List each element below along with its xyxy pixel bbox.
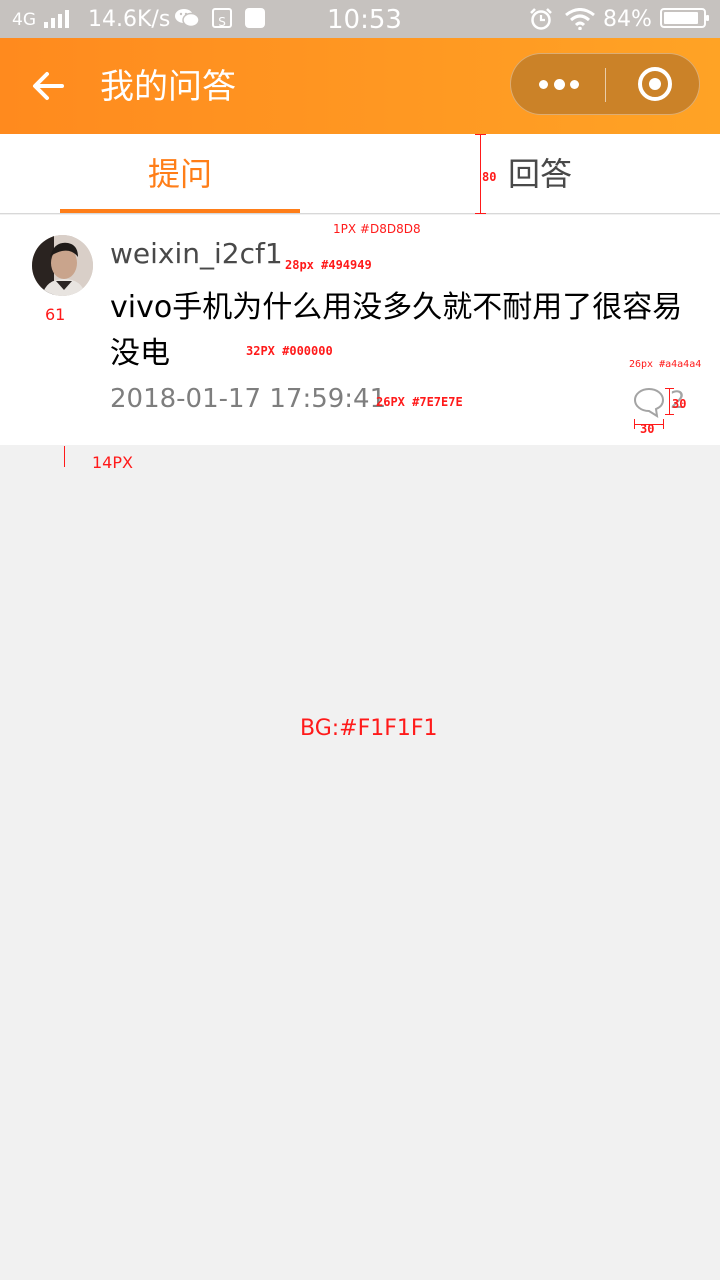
nav-header: 我的问答: [0, 38, 720, 134]
tab-answer[interactable]: 回答: [420, 134, 660, 214]
app-notification-icon: S: [212, 8, 232, 29]
wechat-icon: [174, 8, 200, 28]
annotation-gap: 14PX: [92, 453, 133, 472]
annotation-line: [669, 388, 670, 415]
network-speed: 14.6K/s: [88, 7, 171, 32]
annotation-icon-width: 30: [640, 422, 655, 436]
annotation-line: [475, 134, 486, 135]
annotation-line: [665, 388, 674, 389]
annotation-comment: 26px #a4a4a4: [629, 359, 702, 370]
annotation-date: 26PX #7E7E7E: [376, 395, 463, 409]
annotation-icon-height: 30: [672, 397, 687, 411]
question-text[interactable]: vivo手机为什么用没多久就不耐用了很容易没电: [110, 285, 695, 377]
annotation-background: BG:#F1F1F1: [300, 716, 438, 741]
annotation-divider: 1PX #D8D8D8: [333, 222, 421, 236]
annotation-line: [634, 419, 635, 429]
tab-ask[interactable]: 提问: [60, 134, 300, 214]
mini-program-capsule: [510, 53, 700, 115]
more-dots-icon[interactable]: [511, 54, 605, 114]
question-card[interactable]: weixin_i2cf1 vivo手机为什么用没多久就不耐用了很容易没电 201…: [0, 215, 720, 445]
annotation-line: [663, 419, 664, 429]
annotation-username: 28px #494949: [285, 258, 372, 272]
question-date: 2018-01-17 17:59:41: [110, 384, 387, 414]
status-bar: 4G 14.6K/s S 10:53 84%: [0, 0, 720, 38]
avatar[interactable]: [32, 235, 93, 296]
annotation-tab-height: 80: [482, 170, 497, 184]
capsule-divider: [605, 68, 606, 102]
signal-icon: [44, 8, 69, 28]
alarm-icon: [528, 8, 554, 30]
back-arrow-icon[interactable]: [28, 66, 68, 106]
annotation-line: [480, 134, 481, 214]
username[interactable]: weixin_i2cf1: [110, 235, 283, 273]
close-circle-icon[interactable]: [638, 67, 672, 101]
annotation-line: [475, 213, 486, 214]
annotation-line: [665, 414, 674, 415]
network-type: 4G: [12, 10, 36, 30]
battery-icon: [660, 8, 709, 28]
clock: 10:53: [327, 5, 402, 35]
tab-bar: 提问 回答: [0, 134, 720, 214]
battery-percent: 84%: [603, 7, 652, 32]
comment-bubble-icon[interactable]: [633, 386, 665, 418]
annotation-line: [64, 446, 65, 467]
annotation-question: 32PX #000000: [246, 344, 333, 358]
app-notification-icon-2: [245, 8, 265, 28]
annotation-avatar-size: 61: [45, 305, 66, 324]
page-title: 我的问答: [100, 67, 236, 107]
wifi-icon: [565, 8, 595, 31]
active-tab-indicator: [60, 209, 300, 213]
